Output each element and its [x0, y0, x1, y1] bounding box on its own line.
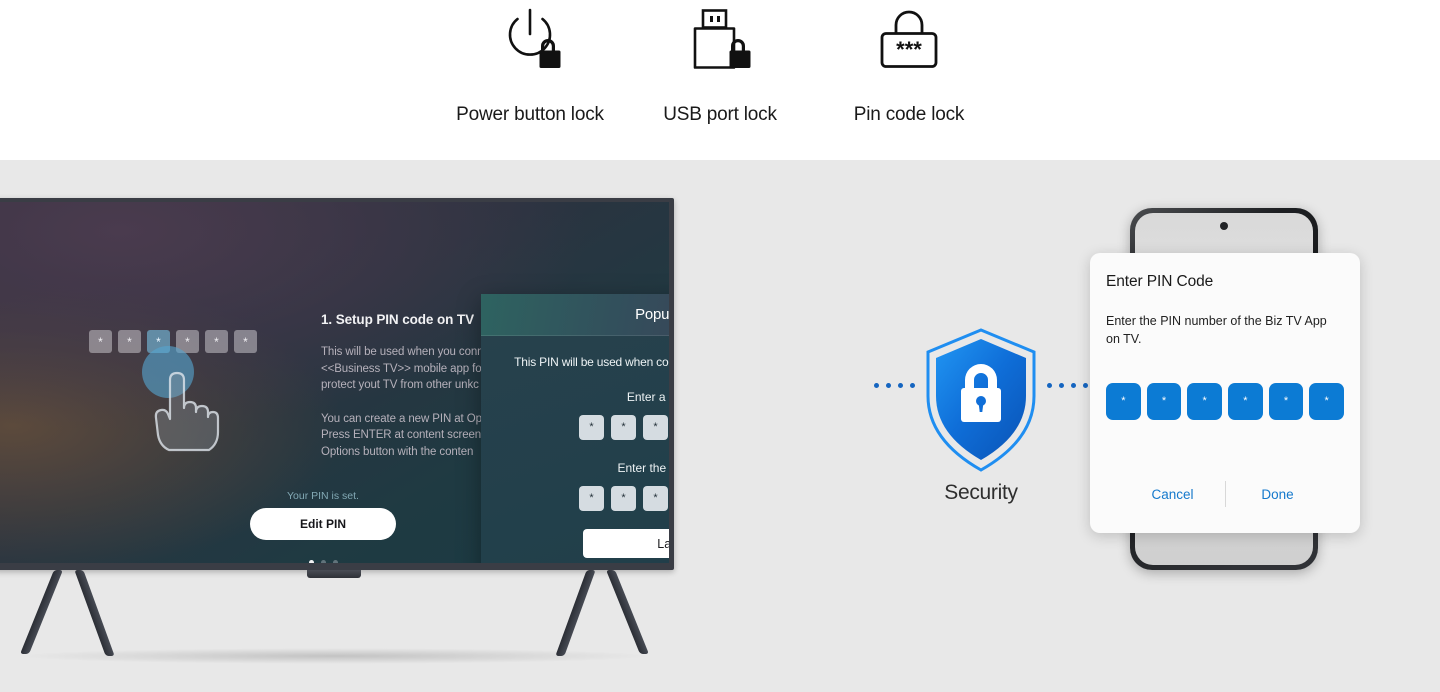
edit-pin-button[interactable]: Edit PIN [250, 508, 396, 540]
popup-confirm-pin-label: Enter the PIN again. [617, 461, 669, 475]
padlock-asterisks-icon: *** [799, 0, 1019, 74]
popup-pin-box[interactable]: * [579, 415, 604, 440]
power-lock-icon [420, 0, 640, 74]
tv-leg [606, 570, 649, 654]
security-label: Security [944, 481, 1018, 504]
feature-strip: Power button lock USB port lock *** Pin … [0, 0, 1440, 160]
popup-pin-box[interactable]: * [611, 486, 636, 511]
tv-leg [20, 570, 63, 654]
phone-pin-row[interactable]: * * * * * * [1106, 383, 1345, 420]
phone-pin-dialog: Enter PIN Code Enter the PIN number of t… [1090, 253, 1360, 533]
feature-label: Pin code lock [853, 104, 965, 125]
cancel-button[interactable]: Cancel [1121, 487, 1225, 502]
phone-pin-box[interactable]: * [1146, 383, 1182, 420]
tv-pin-popup-dialog: Popup Title This PIN will be used when c… [481, 294, 669, 563]
usb-lock-icon [610, 0, 830, 74]
feature-label: USB port lock [663, 104, 777, 125]
done-button[interactable]: Done [1226, 487, 1330, 502]
tv-leg [555, 570, 596, 656]
phone-dialog-description: Enter the PIN number of the Biz TV App o… [1106, 314, 1327, 346]
feature-pin-code-lock: *** Pin code lock [799, 0, 1019, 160]
tv-pin-status-text: Your PIN is set. [287, 490, 359, 502]
popup-new-pin-row[interactable]: * * * * * * [481, 415, 669, 440]
shield-lock-icon [926, 328, 1036, 472]
later-button[interactable]: Later [583, 529, 669, 558]
feature-power-button-lock: Power button lock [420, 0, 640, 160]
popup-new-pin-label: Enter a New PIN [626, 390, 669, 404]
popup-body: This PIN will be used when connecting yo… [481, 336, 669, 563]
carousel-dot-active[interactable] [308, 560, 314, 563]
tv-pin-box[interactable]: * [234, 330, 257, 353]
feature-label: Power button lock [456, 104, 604, 125]
popup-pin-box[interactable]: * [643, 415, 668, 440]
carousel-dot[interactable] [320, 560, 326, 563]
phone-pin-box[interactable]: * [1309, 383, 1345, 420]
tv-screen: * * * * * * 1. Setup PIN code on TV This… [0, 202, 669, 563]
popup-confirm-pin-row[interactable]: * * * * * * [481, 486, 669, 511]
security-badge: Security [870, 325, 1092, 505]
popup-pin-box[interactable]: * [611, 415, 636, 440]
tv-pin-box[interactable]: * [205, 330, 228, 353]
phone-pin-box[interactable]: * [1106, 383, 1141, 420]
phone-dialog-actions: Cancel Done [1090, 481, 1360, 507]
popup-header: Popup Title [481, 294, 669, 336]
popup-description: This PIN will be used when connecting yo… [514, 355, 669, 369]
shield-wrapper [870, 325, 1092, 475]
connector-dots-right [1047, 383, 1088, 388]
tv-stand [0, 570, 674, 664]
phone-pin-box[interactable]: * [1268, 383, 1304, 420]
phone-pin-box[interactable]: * [1187, 383, 1223, 420]
popup-title: Popup Title [635, 306, 669, 323]
connector-dots-left [874, 383, 915, 388]
phone-camera-icon [1220, 222, 1228, 230]
tv-carousel-dots[interactable] [250, 560, 396, 563]
page-root: Power button lock USB port lock *** Pin … [0, 0, 1440, 692]
hand-pointer-icon [147, 362, 229, 457]
tv-leg [74, 570, 115, 656]
phone-pin-box[interactable]: * [1228, 383, 1263, 420]
popup-pin-box[interactable]: * [579, 486, 604, 511]
feature-usb-port-lock: USB port lock [610, 0, 830, 160]
tv-pin-box[interactable]: * [118, 330, 141, 353]
carousel-dot[interactable] [332, 560, 338, 563]
svg-text:***: *** [896, 37, 922, 62]
tv-device: * * * * * * 1. Setup PIN code on TV This… [0, 198, 674, 664]
popup-pin-box[interactable]: * [643, 486, 668, 511]
stage-area: * * * * * * 1. Setup PIN code on TV This… [0, 160, 1440, 692]
tv-bezel: * * * * * * 1. Setup PIN code on TV This… [0, 198, 674, 578]
tv-pin-box[interactable]: * [89, 330, 112, 353]
phone-dialog-title: Enter PIN Code [1106, 273, 1214, 290]
